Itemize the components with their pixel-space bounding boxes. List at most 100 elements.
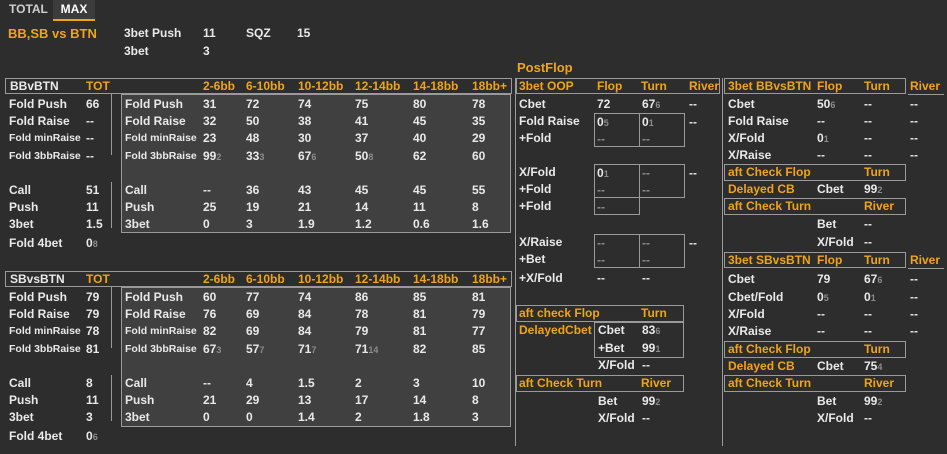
- bb-row-cell: 1.9: [298, 217, 315, 231]
- sb-row-cell: 8: [472, 393, 479, 407]
- sb3-bet-label: Bet: [817, 394, 837, 408]
- sb3-cf-flop: 05: [817, 290, 829, 304]
- bb3-foldraise-label: Fold Raise: [728, 114, 789, 128]
- bb-row-cell: 35: [472, 114, 486, 128]
- bb-row-cell: 30: [298, 131, 312, 145]
- sb3-turn-header: Turn: [864, 253, 890, 267]
- bb-row-tot: 51: [86, 183, 100, 197]
- oop-xf-flop: 01: [597, 166, 609, 180]
- bb-row-tot: 1.5: [86, 217, 103, 231]
- bb-row-cell: 14: [355, 200, 369, 214]
- sb-row-label: Fold minRaise: [9, 325, 81, 337]
- oop-fr-river: --: [689, 115, 697, 129]
- tab-total[interactable]: TOTAL: [9, 0, 49, 19]
- sb-row-cell: 81: [472, 290, 486, 304]
- bb3-fr-river: --: [910, 114, 918, 128]
- bb3-xfold-label: X/Fold: [728, 131, 765, 145]
- bb3-river-header: River: [910, 79, 941, 93]
- bb3-cbet-label: Cbet: [728, 97, 755, 111]
- oop-cbet-flop: 72: [597, 97, 611, 111]
- bb-row-cell: 40: [413, 131, 427, 145]
- bb-row-cell: 78: [472, 97, 486, 111]
- bb3-xr-flop: --: [817, 148, 825, 162]
- sb-col-header: 12-14bb: [355, 272, 401, 286]
- bb-col-header: 10-12bb: [298, 79, 344, 93]
- bb-row-label-inner: Fold Push: [125, 97, 183, 111]
- sb-row-cell: 0: [246, 410, 253, 424]
- bb3-xr-river: --: [910, 148, 918, 162]
- aft-flop-delayed-label: DelayedCbet: [519, 323, 592, 337]
- sb-row-cell: 1.4: [298, 410, 315, 424]
- sb3-xfold-label: X/Fold: [728, 307, 765, 321]
- aft-turn-xfold-label: X/Fold: [598, 411, 635, 425]
- aft-flop-bet-label: +Bet: [598, 341, 625, 355]
- sb-row-cell: 673: [203, 342, 222, 356]
- sb-row-cell: 76: [203, 307, 217, 321]
- oop-xr-bet-flop: --: [597, 253, 605, 267]
- sb-row-cell: 82: [203, 324, 217, 338]
- bb-row-label: Fold Raise: [9, 114, 70, 128]
- bb-row-cell: 32: [203, 114, 217, 128]
- aft-flop-title: aft check Flop: [519, 306, 600, 320]
- bb-row-cell: 60: [472, 149, 486, 163]
- bb3-cbet-flop: 506: [817, 97, 836, 111]
- bb-row-cell: 55: [472, 183, 486, 197]
- sb-row-label-inner: Fold Push: [125, 290, 183, 304]
- oop-xf-fold-label: +Fold: [519, 182, 552, 196]
- sb-row-label-inner: Fold minRaise: [125, 325, 197, 337]
- oop-xf-fold2-label: +Fold: [519, 199, 552, 213]
- divider-right: [722, 78, 723, 446]
- bb-row-cell: 992: [203, 149, 222, 163]
- bb-row-cell: 3: [246, 217, 253, 231]
- sb3-xr-river: --: [910, 324, 918, 338]
- sb-row-cell: 79: [472, 307, 486, 321]
- sb-col-header: 6-10bb: [246, 272, 285, 286]
- bb3-aft-flop-title: aft Check Flop: [728, 165, 811, 179]
- bb-row-cell: 45: [413, 114, 427, 128]
- bb-row-label-inner: Fold 3bbRaise: [125, 150, 197, 162]
- bb3-fr-flop: --: [817, 114, 825, 128]
- aft-flop-xfold-label: X/Fold: [598, 358, 635, 372]
- sqz-value: 15: [297, 26, 311, 40]
- sb-row-cell: 69: [246, 324, 260, 338]
- sb-row-cell: 1.5: [298, 376, 315, 390]
- bb-row-label: Call: [9, 183, 32, 197]
- tab-max[interactable]: MAX: [53, 0, 95, 21]
- bb-tot-divider-2: [111, 182, 112, 228]
- bb3-river-underline: [908, 94, 944, 95]
- sb-row-label-inner: 3bet: [125, 410, 150, 424]
- bb-col-header: 14-18bb: [413, 79, 459, 93]
- sb3-cf-river: --: [910, 290, 918, 304]
- oop-xfold-divider: [639, 164, 640, 198]
- sb3-cbetfold-label: Cbet/Fold: [728, 290, 784, 304]
- sb3-xfold2-label: X/Fold: [817, 411, 854, 425]
- oop-xraise-divider: [639, 234, 640, 268]
- bb-row-cell: 38: [298, 114, 312, 128]
- bb3-delayed-label: Delayed CB: [728, 182, 795, 196]
- sb-row-cell: 81: [413, 307, 427, 321]
- sb-row-cell: 4: [246, 376, 253, 390]
- bb-row-label-inner: Fold minRaise: [125, 132, 197, 144]
- bb-tot-header: TOT: [86, 79, 110, 93]
- sb-row-tot: 11: [86, 393, 99, 407]
- bb-row-cell: 36: [246, 183, 260, 197]
- sb-row-label: Fold Raise: [9, 307, 70, 321]
- sb-row-label-inner: Fold 3bbRaise: [125, 343, 197, 355]
- bet3push-label: 3bet Push: [124, 26, 182, 40]
- bb-row-cell: 21: [298, 200, 312, 214]
- bb-row-label-inner: Call: [125, 183, 148, 197]
- sqz-label: SQZ: [246, 26, 271, 40]
- oop-xr-flop: --: [597, 236, 605, 250]
- sb3-xraise-label: X/Raise: [728, 324, 772, 338]
- sb3-delayed-label: Delayed CB: [728, 359, 795, 373]
- oop-xr-bet-turn: --: [642, 253, 650, 267]
- bet3-value: 3: [203, 44, 210, 58]
- oop-cbet-label: Cbet: [519, 97, 546, 111]
- oop-xr-turn: --: [642, 236, 650, 250]
- oop-xr-bet-label: +Bet: [519, 252, 546, 266]
- sb3-flop-header: Flop: [817, 253, 843, 267]
- sb-row-cell: 3: [472, 410, 479, 424]
- bb-row-cell: 0.6: [413, 217, 430, 231]
- bb3-cbet-river: --: [910, 97, 918, 111]
- sb-row-cell: 85: [413, 290, 427, 304]
